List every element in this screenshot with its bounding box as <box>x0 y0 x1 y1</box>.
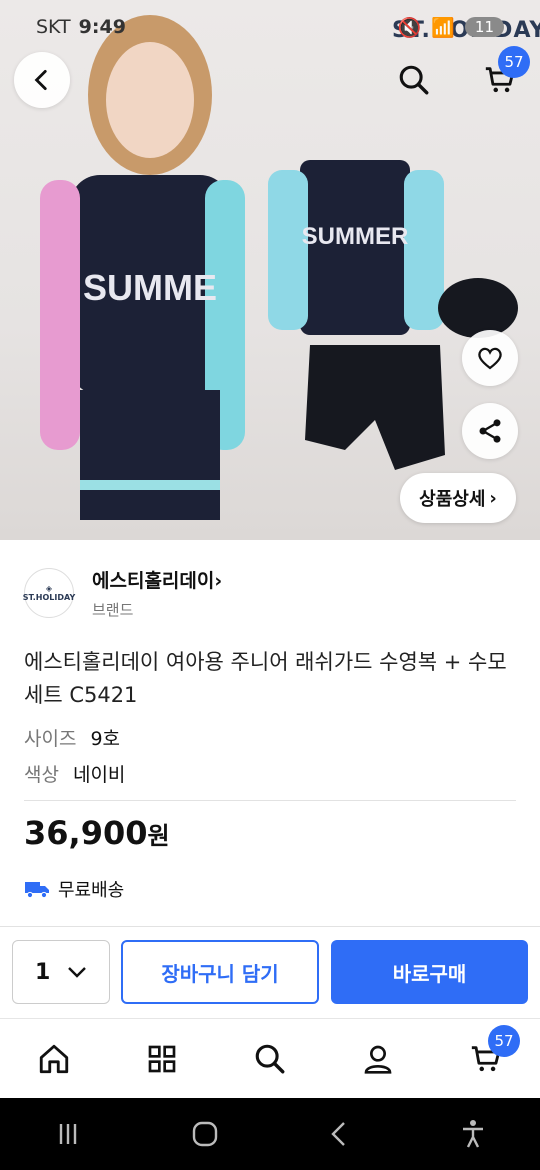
chevron-left-icon <box>34 69 47 91</box>
buy-now-label: 바로구매 <box>392 961 467 986</box>
share-icon <box>479 419 501 443</box>
svg-text:SUMMER: SUMMER <box>302 223 409 250</box>
quantity-select[interactable]: 1 <box>12 940 110 1004</box>
heart-icon <box>478 347 502 370</box>
carrier: SKT <box>36 16 71 38</box>
price: 36,900원 <box>24 814 170 852</box>
chevron-right-icon: › <box>214 570 223 592</box>
seller-row[interactable]: ◈ ST.HOLIDAY 에스티홀리데이› 브랜드 <box>22 566 223 620</box>
search-icon <box>255 1044 285 1073</box>
add-to-cart-button[interactable]: 장바구니 담기 <box>121 940 319 1004</box>
option-key: 사이즈 <box>24 728 77 750</box>
price-unit: 원 <box>147 822 170 850</box>
share-button[interactable] <box>462 403 518 459</box>
recent-apps-icon[interactable] <box>53 1121 83 1147</box>
product-detail-button[interactable]: 상품상세 › <box>400 473 516 523</box>
home-nav-icon[interactable] <box>190 1119 220 1149</box>
seller-name[interactable]: 에스티홀리데이 <box>92 570 214 592</box>
product-image[interactable]: SUMME SUMMER <box>0 0 540 540</box>
seller-logo-text: ST.HOLIDAY <box>22 593 76 602</box>
back-button[interactable] <box>14 52 70 108</box>
cart-button[interactable]: 57 <box>472 46 530 108</box>
bottom-tab-bar: 57 <box>0 1018 540 1098</box>
clock: 9:49 <box>78 16 126 38</box>
product-title: 에스티홀리데이 여아용 주니어 래쉬가드 수영복 + 수모 세트 C5421 <box>24 650 507 707</box>
search-icon <box>399 65 429 95</box>
product-detail-label: 상품상세 <box>419 489 486 510</box>
wifi-icon: 📶 <box>431 16 455 39</box>
divider <box>0 926 540 927</box>
search-button[interactable] <box>386 52 442 108</box>
option-value: 9호 <box>90 728 121 750</box>
divider <box>24 800 516 801</box>
tab-cart[interactable]: 57 <box>456 1024 520 1089</box>
like-button[interactable] <box>462 330 518 386</box>
price-value: 36,900 <box>24 814 148 852</box>
home-icon <box>39 1044 69 1073</box>
tab-home[interactable] <box>24 1029 84 1089</box>
product-photo: SUMME SUMMER <box>40 15 518 520</box>
option-key: 색상 <box>24 764 59 786</box>
cart-count-badge: 57 <box>498 46 530 78</box>
seller-type: 브랜드 <box>92 601 134 619</box>
grid-icon <box>148 1045 176 1072</box>
user-icon <box>364 1045 392 1074</box>
shipping-info: 무료배송 <box>24 876 124 902</box>
system-navigation-bar <box>0 1098 540 1170</box>
option-color: 색상 네이비 <box>24 760 125 787</box>
tab-my[interactable] <box>348 1029 408 1089</box>
battery-indicator: 11 <box>464 17 504 37</box>
svg-text:SUMME: SUMME <box>83 267 217 308</box>
option-value: 네이비 <box>72 764 126 786</box>
chevron-down-icon <box>68 967 86 978</box>
chevron-right-icon: › <box>489 487 497 509</box>
option-size: 사이즈 9호 <box>24 724 120 751</box>
seller-logo: ◈ ST.HOLIDAY <box>22 568 76 618</box>
mute-icon: 🔇 <box>397 16 422 39</box>
buy-now-button[interactable]: 바로구매 <box>331 940 528 1004</box>
truck-icon <box>25 882 49 899</box>
accessibility-icon[interactable] <box>459 1119 487 1149</box>
seller-logo-mark-icon: ◈ <box>45 584 53 593</box>
back-nav-icon[interactable] <box>326 1119 352 1149</box>
add-to-cart-label: 장바구니 담기 <box>161 961 279 986</box>
shipping-label: 무료배송 <box>58 880 125 901</box>
quantity-value: 1 <box>35 959 51 985</box>
cart-count-badge: 57 <box>488 1024 520 1057</box>
status-bar: SKT 9:49 🔇 📶 11 <box>36 12 504 42</box>
tab-category[interactable] <box>132 1029 192 1089</box>
tab-search[interactable] <box>240 1029 300 1089</box>
